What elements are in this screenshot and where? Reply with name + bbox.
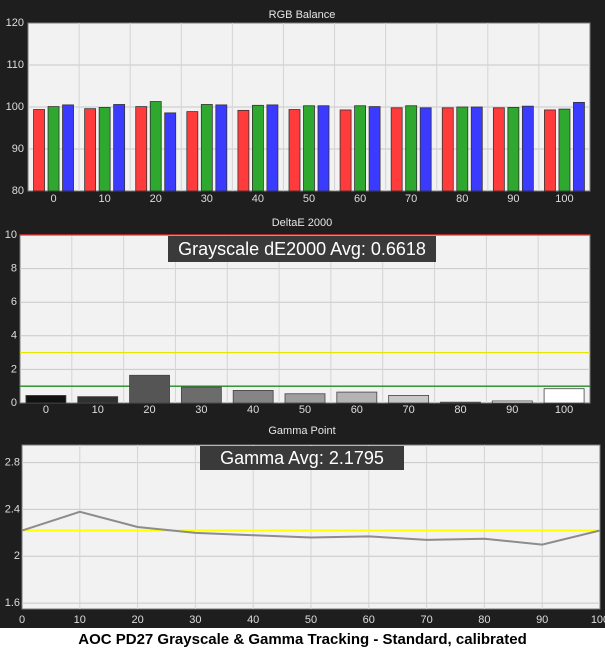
de-bar [232, 389, 274, 404]
de-bar [336, 391, 378, 404]
de-bar [180, 386, 222, 404]
rgb-x-tick-label: 0 [50, 193, 56, 205]
de-bar [129, 374, 170, 404]
de-x-tick-label: 30 [195, 404, 207, 416]
de-x-tick-label: 0 [43, 404, 49, 416]
rgb-bar [507, 107, 520, 192]
rgb-x-tick-label: 20 [150, 193, 162, 205]
gamma-x-tick-label: 30 [189, 614, 201, 626]
rgb-bar [266, 104, 279, 192]
rgb-bar [186, 111, 199, 192]
de-y-tick-label: 0 [11, 397, 17, 409]
rgb-bar [200, 104, 213, 192]
gamma-y-tick-label: 2.8 [5, 456, 20, 468]
rgb-bar [252, 104, 264, 192]
rgb-x-tick-label: 30 [201, 193, 213, 205]
gamma-x-tick-label: 50 [305, 614, 317, 626]
de-x-tick-label: 80 [454, 404, 466, 416]
rgb-bar [149, 101, 162, 192]
gamma-x-tick-label: 10 [74, 614, 86, 626]
rgb-bar [33, 109, 45, 192]
rgb-bar [288, 109, 301, 192]
de-y-tick-label: 4 [11, 330, 17, 342]
gamma-y-tick-label: 2 [14, 550, 20, 562]
rgb-bar [135, 106, 148, 192]
rgb-bar [47, 106, 60, 192]
chart-stage: RGB Balance80901001101200 10 20 30 40 50 60 70 8… [0, 4, 605, 628]
rgb-y-tick-label: 100 [6, 101, 24, 113]
de-x-tick-label: 40 [247, 404, 259, 416]
rgb-y-tick-label: 110 [6, 59, 24, 71]
gamma-x-tick-label: 60 [363, 614, 375, 626]
de-x-tick-label: 60 [351, 404, 363, 416]
rgb-bar [521, 105, 534, 192]
gamma-y-tick-label: 1.6 [5, 597, 20, 609]
rgb-bar [84, 108, 97, 192]
de-bar [440, 401, 481, 404]
gamma-y-tick-label: 2.4 [5, 503, 20, 515]
panel-1-title: RGB Balance [269, 9, 336, 21]
panel-3-title: Gamma Point [268, 425, 335, 437]
rgb-bar [419, 107, 432, 192]
rgb-x-tick-label: 80 [456, 193, 468, 205]
de-bar [77, 396, 119, 404]
rgb-y-tick-label: 120 [6, 17, 24, 29]
rgb-x-tick-label: 100 [555, 193, 573, 205]
rgb-x-tick-label: 10 [99, 193, 111, 205]
rgb-bar [456, 106, 469, 192]
rgb-x-tick-label: 50 [303, 193, 315, 205]
rgb-x-tick-label: 90 [507, 193, 519, 205]
gamma-x-tick-label: 20 [131, 614, 143, 626]
gamma-x-tick-label: 90 [536, 614, 548, 626]
rgb-bar [215, 104, 228, 192]
de-bar [25, 395, 67, 404]
de-x-tick-label: 90 [506, 404, 518, 416]
de-y-tick-label: 8 [11, 263, 17, 275]
rgb-x-tick-label: 60 [354, 193, 366, 205]
gamma-x-tick-label: 80 [478, 614, 490, 626]
figure-caption: AOC PD27 Grayscale & Gamma Tracking - St… [0, 628, 605, 652]
rgb-bar [390, 107, 403, 192]
de-bar [543, 388, 585, 404]
rgb-bar [317, 105, 330, 192]
rgb-bar [441, 107, 454, 192]
rgb-bar [62, 104, 74, 192]
de-annotation-text: Grayscale dE2000 Avg: 0.6618 [178, 239, 426, 259]
de-y-tick-label: 6 [11, 296, 17, 308]
rgb-bar [544, 109, 556, 192]
gamma-x-tick-label: 100 [591, 614, 605, 626]
gamma-x-tick-label: 70 [420, 614, 432, 626]
rgb-bar [303, 105, 315, 192]
de-bar [388, 395, 430, 404]
rgb-y-tick-label: 90 [12, 143, 24, 155]
de-x-tick-label: 10 [92, 404, 104, 416]
rgb-bar [339, 109, 352, 192]
rgb-y-tick-label: 80 [12, 185, 24, 197]
de-x-tick-label: 50 [299, 404, 311, 416]
de-y-tick-label: 10 [5, 229, 17, 241]
rgb-bar [98, 107, 111, 192]
rgb-bar [164, 112, 177, 192]
de-bar [491, 400, 533, 404]
gamma-annotation-text: Gamma Avg: 2.1795 [220, 448, 384, 468]
rgb-bar [354, 105, 366, 192]
de-x-tick-label: 20 [143, 404, 155, 416]
de-x-tick-label: 100 [555, 404, 573, 416]
de-x-tick-label: 70 [403, 404, 415, 416]
rgb-bar [573, 101, 585, 192]
de-bar [284, 393, 326, 404]
de-y-tick-label: 2 [11, 363, 17, 375]
rgb-bar [492, 107, 505, 192]
gamma-x-tick-label: 40 [247, 614, 259, 626]
rgb-x-tick-label: 40 [252, 193, 264, 205]
rgb-bar [558, 108, 571, 192]
rgb-bar [405, 105, 418, 192]
rgb-bar [237, 109, 250, 192]
rgb-bar [113, 104, 126, 192]
rgb-bar [470, 106, 483, 192]
rgb-x-tick-label: 70 [405, 193, 417, 205]
rgb-bar [368, 106, 381, 192]
gamma-x-tick-label: 0 [19, 614, 25, 626]
panel-2-title: DeltaE 2000 [272, 217, 333, 229]
